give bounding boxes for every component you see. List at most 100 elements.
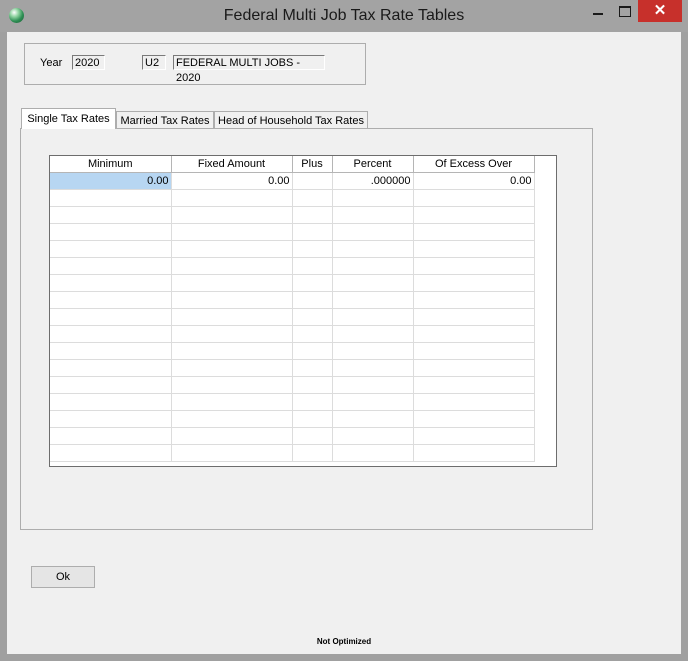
grid-cell-empty[interactable] xyxy=(413,393,535,411)
tab-single-tax-rates[interactable]: Single Tax Rates xyxy=(21,108,116,129)
title-bar[interactable]: Federal Multi Job Tax Rate Tables ✕ xyxy=(0,0,688,32)
grid-cell-empty[interactable] xyxy=(171,410,293,428)
grid-cell-empty[interactable] xyxy=(50,359,172,377)
tab-married-tax-rates[interactable]: Married Tax Rates xyxy=(116,111,214,129)
grid-cell-empty[interactable] xyxy=(50,342,172,360)
table-row-empty[interactable] xyxy=(50,291,535,309)
table-row-empty[interactable] xyxy=(50,359,535,377)
grid-cell-empty[interactable] xyxy=(332,393,414,411)
grid-cell-empty[interactable] xyxy=(413,444,535,462)
grid-cell-empty[interactable] xyxy=(171,240,293,258)
grid-cell-empty[interactable] xyxy=(171,325,293,343)
grid-cell-empty[interactable] xyxy=(50,308,172,326)
table-row-empty[interactable] xyxy=(50,376,535,394)
table-row-empty[interactable] xyxy=(50,274,535,292)
grid-cell-empty[interactable] xyxy=(292,359,333,377)
table-row-empty[interactable] xyxy=(50,393,535,411)
grid-cell-empty[interactable] xyxy=(50,206,172,224)
grid-cell-empty[interactable] xyxy=(413,223,535,241)
grid-cell-empty[interactable] xyxy=(332,274,414,292)
grid-cell-empty[interactable] xyxy=(292,223,333,241)
grid-cell-empty[interactable] xyxy=(50,325,172,343)
grid-cell-empty[interactable] xyxy=(50,291,172,309)
grid-cell-empty[interactable] xyxy=(171,376,293,394)
cell-of-excess-over[interactable]: 0.00 xyxy=(413,172,535,190)
grid-cell-empty[interactable] xyxy=(292,291,333,309)
grid-cell-empty[interactable] xyxy=(171,206,293,224)
code-field[interactable]: U2 xyxy=(142,55,166,70)
grid-cell-empty[interactable] xyxy=(292,274,333,292)
grid-cell-empty[interactable] xyxy=(292,189,333,207)
grid-cell-empty[interactable] xyxy=(171,427,293,445)
grid-cell-empty[interactable] xyxy=(292,325,333,343)
grid-cell-empty[interactable] xyxy=(332,410,414,428)
grid-cell-empty[interactable] xyxy=(413,308,535,326)
grid-cell-empty[interactable] xyxy=(171,274,293,292)
grid-cell-empty[interactable] xyxy=(332,342,414,360)
grid-cell-empty[interactable] xyxy=(413,325,535,343)
grid-cell-empty[interactable] xyxy=(413,206,535,224)
table-row-empty[interactable] xyxy=(50,223,535,241)
column-header-percent[interactable]: Percent xyxy=(332,156,414,173)
grid-cell-empty[interactable] xyxy=(292,342,333,360)
column-header-plus[interactable]: Plus xyxy=(292,156,333,173)
grid-cell-empty[interactable] xyxy=(292,410,333,428)
cell-fixed-amount[interactable]: 0.00 xyxy=(171,172,293,190)
grid-cell-empty[interactable] xyxy=(332,189,414,207)
grid-cell-empty[interactable] xyxy=(50,223,172,241)
grid-cell-empty[interactable] xyxy=(413,410,535,428)
grid-cell-empty[interactable] xyxy=(171,291,293,309)
grid-cell-empty[interactable] xyxy=(292,393,333,411)
grid-cell-empty[interactable] xyxy=(413,189,535,207)
tab-head-of-household-tax-rates[interactable]: Head of Household Tax Rates xyxy=(214,111,368,129)
grid-cell-empty[interactable] xyxy=(332,444,414,462)
grid-cell-empty[interactable] xyxy=(413,359,535,377)
grid-cell-empty[interactable] xyxy=(50,240,172,258)
column-header-of-excess-over[interactable]: Of Excess Over xyxy=(413,156,535,173)
grid-cell-empty[interactable] xyxy=(50,427,172,445)
grid-cell-empty[interactable] xyxy=(413,342,535,360)
cell-percent[interactable]: .000000 xyxy=(332,172,414,190)
maximize-button[interactable] xyxy=(612,0,638,22)
grid-cell-empty[interactable] xyxy=(50,444,172,462)
grid-cell-empty[interactable] xyxy=(332,206,414,224)
grid-cell-empty[interactable] xyxy=(171,257,293,275)
table-row-empty[interactable] xyxy=(50,240,535,258)
grid-cell-empty[interactable] xyxy=(50,257,172,275)
grid-cell-empty[interactable] xyxy=(292,427,333,445)
grid-cell-empty[interactable] xyxy=(332,240,414,258)
grid-cell-empty[interactable] xyxy=(171,189,293,207)
grid-cell-empty[interactable] xyxy=(413,427,535,445)
cell-plus[interactable] xyxy=(292,172,333,190)
table-row-empty[interactable] xyxy=(50,206,535,224)
grid-cell-empty[interactable] xyxy=(292,308,333,326)
year-field[interactable]: 2020 xyxy=(72,55,105,70)
cell-minimum[interactable]: 0.00 xyxy=(50,172,172,190)
grid-cell-empty[interactable] xyxy=(292,444,333,462)
tax-rate-grid[interactable]: Minimum Fixed Amount Plus Percent Of Exc… xyxy=(49,155,557,467)
grid-cell-empty[interactable] xyxy=(171,308,293,326)
description-field[interactable]: FEDERAL MULTI JOBS - 2020 xyxy=(173,55,325,84)
grid-cell-empty[interactable] xyxy=(292,257,333,275)
grid-cell-empty[interactable] xyxy=(50,274,172,292)
grid-cell-empty[interactable] xyxy=(50,410,172,428)
grid-cell-empty[interactable] xyxy=(50,189,172,207)
grid-cell-empty[interactable] xyxy=(292,206,333,224)
grid-cell-empty[interactable] xyxy=(332,325,414,343)
grid-cell-empty[interactable] xyxy=(50,393,172,411)
grid-cell-empty[interactable] xyxy=(292,240,333,258)
grid-cell-empty[interactable] xyxy=(413,274,535,292)
grid-cell-empty[interactable] xyxy=(413,240,535,258)
table-row-empty[interactable] xyxy=(50,257,535,275)
ok-button[interactable]: Ok xyxy=(31,566,95,588)
grid-cell-empty[interactable] xyxy=(332,291,414,309)
grid-cell-empty[interactable] xyxy=(292,376,333,394)
table-row-empty[interactable] xyxy=(50,427,535,445)
grid-cell-empty[interactable] xyxy=(332,359,414,377)
table-row[interactable]: 0.00 0.00 .000000 0.00 xyxy=(50,172,535,190)
table-row-empty[interactable] xyxy=(50,325,535,343)
table-row-empty[interactable] xyxy=(50,444,535,462)
grid-cell-empty[interactable] xyxy=(413,257,535,275)
grid-cell-empty[interactable] xyxy=(171,393,293,411)
grid-cell-empty[interactable] xyxy=(332,308,414,326)
